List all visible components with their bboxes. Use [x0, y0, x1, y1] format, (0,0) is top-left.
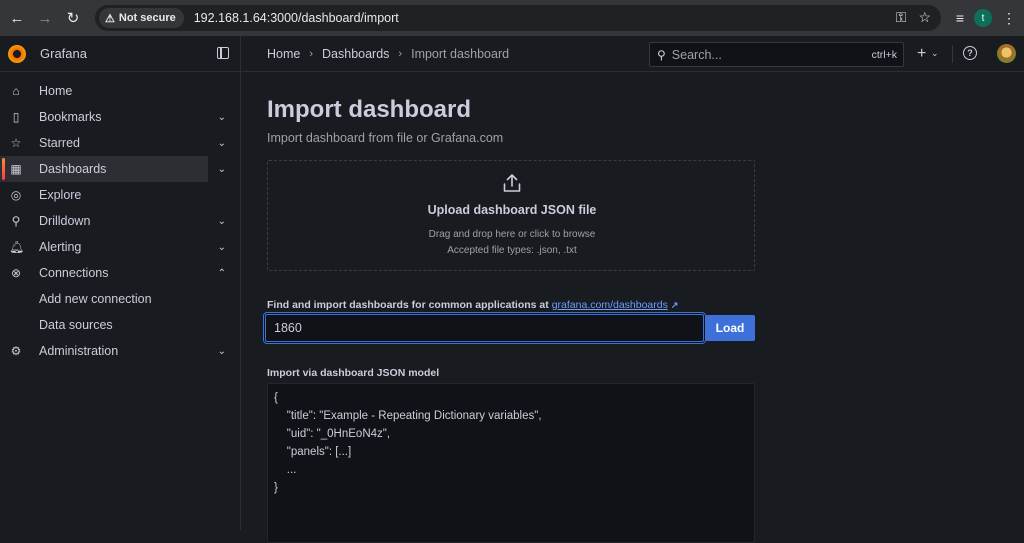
brand-header: Grafana	[0, 36, 240, 72]
chevron-down-icon[interactable]: ⌄	[218, 138, 226, 149]
sidebar-item-home[interactable]: ⌂ Home	[0, 78, 233, 104]
page-title: Import dashboard	[267, 96, 472, 123]
search-input[interactable]: ⚲ Search... ctrl+k	[649, 42, 904, 67]
sidebar-item-drilldown[interactable]: ⚲ Drilldown ⌄	[0, 208, 233, 234]
json-line: "panels": [...]	[274, 446, 352, 458]
sidebar-item-starred[interactable]: ☆ Starred ⌄	[0, 130, 233, 156]
warning-triangle-icon: ⚠	[105, 12, 115, 25]
keyboard-shortcut: ctrl+k	[871, 48, 897, 61]
json-line: ...	[274, 464, 297, 476]
json-model-textarea[interactable]: { "title": "Example - Repeating Dictiona…	[267, 383, 755, 543]
sidebar-item-data-sources[interactable]: Data sources	[0, 312, 233, 338]
home-icon: ⌂	[12, 84, 20, 98]
chevron-down-icon[interactable]: ⌄	[218, 112, 226, 123]
drilldown-icon: ⚲	[11, 214, 21, 228]
star-icon: ☆	[10, 136, 22, 150]
dock-menu-icon[interactable]	[217, 47, 229, 59]
sidebar-item-administration[interactable]: ⚙ Administration ⌄	[0, 338, 233, 364]
upload-title: Upload dashboard JSON file	[427, 203, 597, 217]
chevron-right-icon: ›	[309, 47, 314, 60]
plus-icon[interactable]: +	[917, 45, 926, 63]
app-name: Grafana	[40, 46, 87, 61]
address-bar[interactable]: ⚠ Not secure 192.168.1.64:3000/dashboard…	[95, 5, 941, 31]
grafana-logo-icon[interactable]	[8, 44, 26, 63]
search-icon: ⚲	[657, 47, 666, 62]
top-bar: Home › Dashboards › Import dashboard ⚲ S…	[241, 36, 1024, 72]
accepted-file-types: Accepted file types: .json, .txt	[447, 245, 577, 256]
sidebar-item-alerting[interactable]: 🔔︎ Alerting ⌄	[0, 234, 233, 260]
load-button[interactable]: Load	[705, 315, 755, 341]
chevron-right-icon: ›	[398, 47, 403, 60]
browser-toolbar: ← → ↻ ⚠ Not secure 192.168.1.64:3000/das…	[0, 0, 1024, 36]
sidebar-item-dashboards[interactable]: ▦ Dashboards ⌄	[0, 156, 226, 182]
chevron-down-icon[interactable]: ⌄	[218, 164, 226, 175]
dashboards-grid-icon: ▦	[10, 162, 22, 176]
sidebar-item-explore[interactable]: ◎ Explore	[0, 182, 233, 208]
upload-hint: Drag and drop here or click to browse	[428, 229, 596, 240]
profile-avatar[interactable]: t	[974, 9, 992, 27]
compass-icon: ◎	[10, 188, 22, 202]
chevron-down-icon[interactable]: ⌄	[218, 346, 226, 357]
bell-icon: 🔔︎	[9, 240, 25, 254]
back-arrow-icon[interactable]: ←	[6, 7, 28, 29]
chevron-down-icon[interactable]: ⌄	[218, 216, 226, 227]
json-line: {	[274, 392, 278, 404]
external-link-icon[interactable]: ↗	[671, 300, 679, 310]
search-placeholder: Search...	[671, 47, 722, 62]
security-chip[interactable]: ⚠ Not secure	[99, 8, 184, 28]
json-line: }	[274, 482, 278, 494]
chevron-down-icon[interactable]: ⌄	[931, 48, 939, 59]
chevron-down-icon[interactable]: ⌄	[218, 242, 226, 253]
find-dashboards-label: Find and import dashboards for common ap…	[267, 299, 679, 311]
sidebar-nav: ⌂ Home ▯ Bookmarks ⌄ ☆ Starred ⌄ ▦ Dashb…	[0, 78, 240, 364]
dashboard-id-input[interactable]: 1860	[265, 314, 704, 342]
breadcrumb-current: Import dashboard	[411, 46, 510, 61]
bookmark-star-icon[interactable]: ☆	[918, 9, 931, 26]
breadcrumb-home[interactable]: Home	[267, 47, 300, 61]
security-label: Not secure	[118, 12, 176, 24]
user-avatar[interactable]	[997, 44, 1016, 63]
grafana-dashboards-link[interactable]: grafana.com/dashboards	[552, 299, 668, 311]
json-line: "uid": "_0HnEoN4z",	[274, 428, 391, 440]
sidebar: Grafana ⌂ Home ▯ Bookmarks ⌄ ☆ Starred ⌄…	[0, 36, 241, 530]
breadcrumb: Home › Dashboards › Import dashboard	[267, 47, 509, 61]
sidebar-item-add-new-connection[interactable]: Add new connection	[0, 286, 233, 312]
json-line: "title": "Example - Repeating Dictionary…	[274, 410, 542, 422]
upload-icon	[503, 174, 521, 192]
sidebar-item-connections[interactable]: ⊗ Connections ⌃	[0, 260, 233, 286]
main-content: Import dashboard Import dashboard from f…	[265, 72, 1024, 543]
page-subtitle: Import dashboard from file or Grafana.co…	[267, 131, 504, 145]
url-text[interactable]: 192.168.1.64:3000/dashboard/import	[194, 11, 399, 25]
chevron-up-icon[interactable]: ⌃	[218, 268, 226, 279]
forward-arrow-icon[interactable]: →	[34, 7, 56, 29]
reload-icon[interactable]: ↻	[62, 7, 84, 29]
password-key-icon[interactable]: ⚿	[896, 9, 907, 26]
help-icon[interactable]: ?	[963, 46, 977, 60]
media-queue-icon[interactable]: ≡	[956, 10, 964, 26]
upload-dropzone[interactable]: Upload dashboard JSON file Drag and drop…	[267, 160, 755, 271]
sidebar-item-bookmarks[interactable]: ▯ Bookmarks ⌄	[0, 104, 233, 130]
gear-icon: ⚙	[10, 344, 22, 358]
bookmark-icon: ▯	[12, 110, 20, 124]
json-model-label: Import via dashboard JSON model	[267, 367, 440, 379]
divider	[952, 45, 953, 63]
browser-menu-icon[interactable]: ⋮	[1002, 10, 1016, 27]
connections-icon: ⊗	[10, 266, 22, 280]
breadcrumb-dashboards[interactable]: Dashboards	[322, 47, 389, 61]
